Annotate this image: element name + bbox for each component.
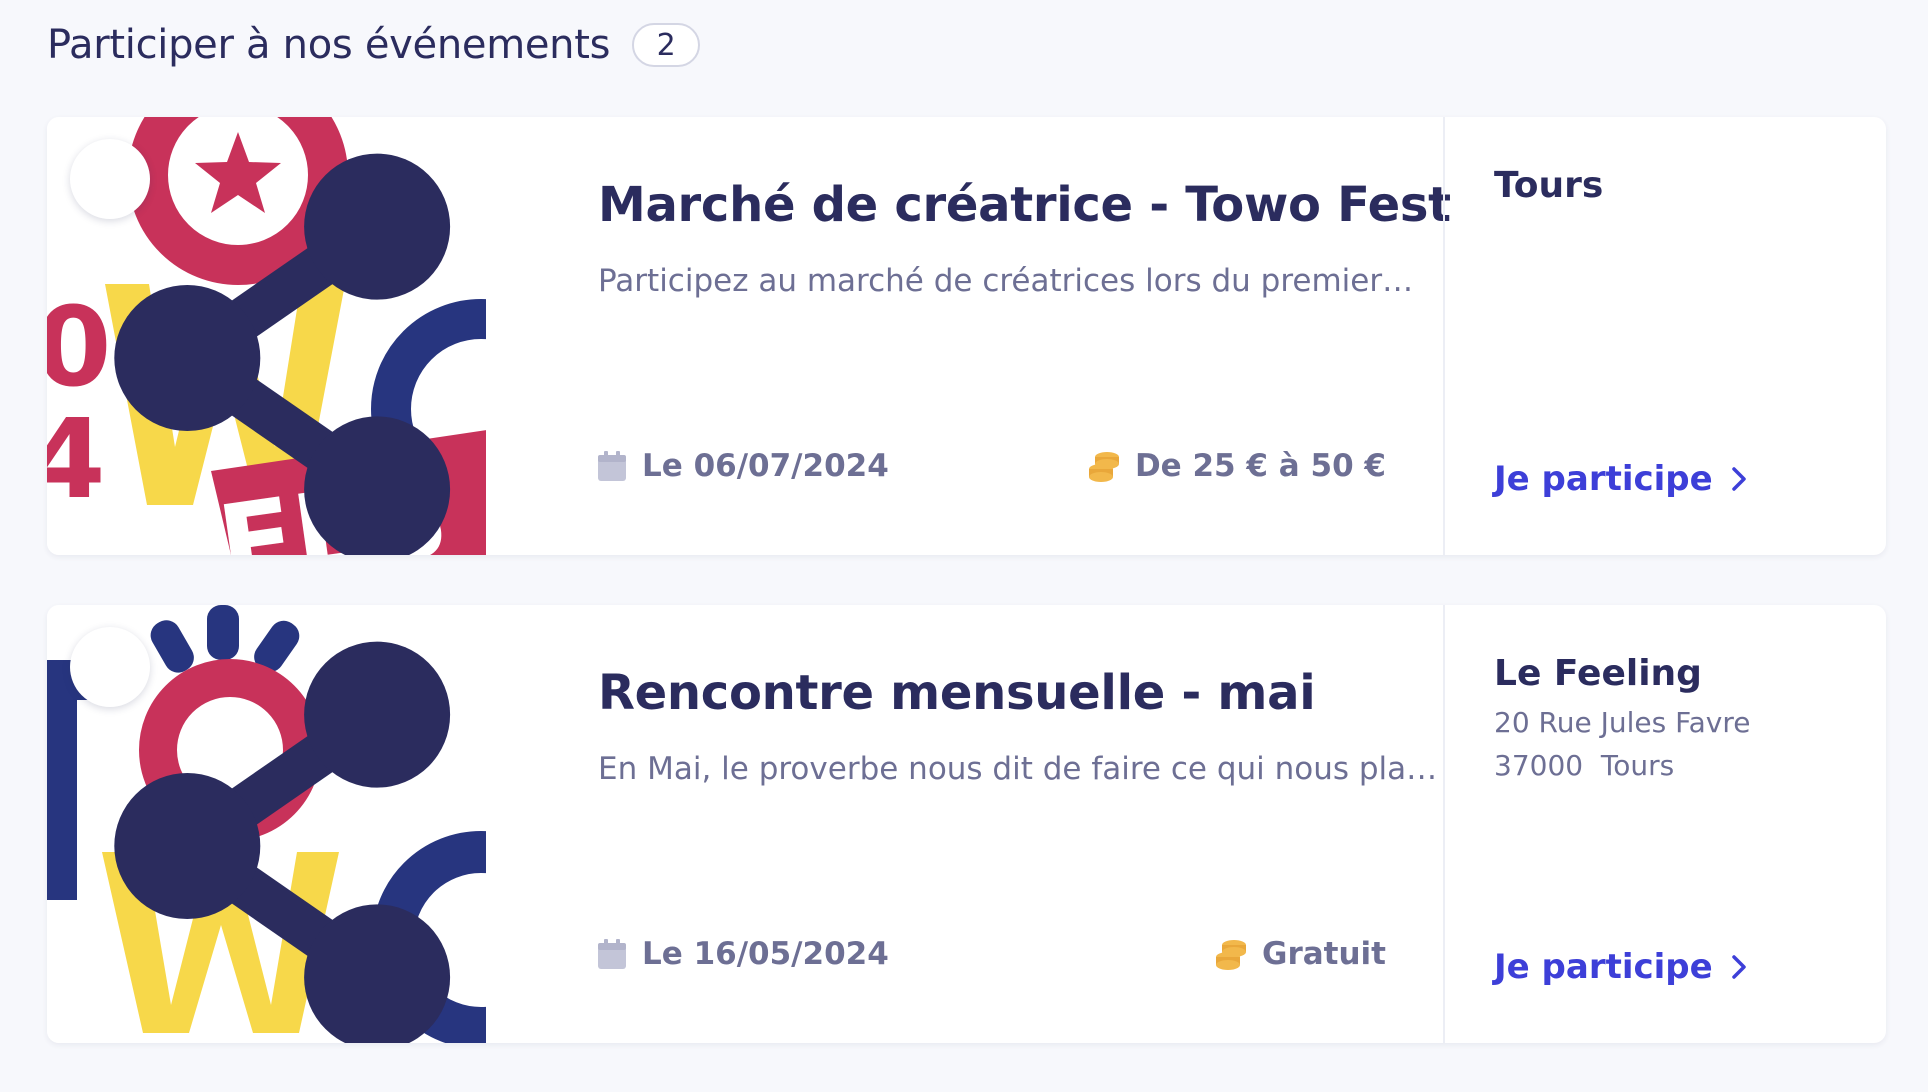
event-image[interactable]	[47, 605, 486, 1043]
event-date-text: Le 16/05/2024	[642, 936, 889, 972]
event-card[interactable]: 0 4 FES Marché de c	[47, 117, 1886, 555]
coins-icon	[1088, 452, 1119, 482]
event-date: Le 06/07/2024	[598, 448, 889, 484]
join-label: Je participe	[1494, 459, 1713, 499]
event-location-panel: Tours Je participe	[1443, 117, 1886, 555]
coins-icon	[1216, 940, 1246, 970]
event-price-text: Gratuit	[1262, 936, 1386, 972]
join-label: Je participe	[1494, 947, 1713, 987]
share-icon	[114, 153, 451, 555]
event-title[interactable]: Rencontre mensuelle - mai	[598, 665, 1443, 721]
calendar-icon	[598, 451, 626, 481]
event-location-panel: Le Feeling 20 Rue Jules Favre 37000 Tour…	[1443, 605, 1886, 1043]
location-address-line1: 20 Rue Jules Favre	[1494, 706, 1751, 739]
event-title[interactable]: Marché de créatrice - Towo Fest	[598, 177, 1451, 233]
event-date-text: Le 06/07/2024	[642, 448, 889, 484]
event-price: De 25 € à 50 €	[1087, 448, 1386, 484]
event-count-badge: 2	[632, 23, 701, 67]
event-image[interactable]: 0 4 FES	[47, 117, 486, 555]
event-description: En Mai, le proverbe nous dit de faire ce…	[598, 751, 1438, 787]
events-page: Participer à nos événements 2 0 4 FES	[0, 0, 1928, 1092]
event-price: Gratuit	[1214, 936, 1386, 972]
calendar-icon	[598, 939, 626, 969]
location-name: Le Feeling	[1494, 653, 1702, 694]
event-price-text: De 25 € à 50 €	[1134, 448, 1386, 484]
location-address-line2: 37000 Tours	[1494, 749, 1675, 782]
event-main: Rencontre mensuelle - mai En Mai, le pro…	[486, 605, 1443, 1043]
share-button[interactable]	[70, 627, 451, 1043]
event-card[interactable]: Rencontre mensuelle - mai En Mai, le pro…	[47, 605, 1886, 1043]
section-header: Participer à nos événements 2	[47, 22, 701, 68]
share-icon	[114, 641, 451, 1043]
join-event-link[interactable]: Je participe	[1494, 459, 1747, 499]
join-event-link[interactable]: Je participe	[1494, 947, 1747, 987]
event-description: Participez au marché de créatrices lors …	[598, 263, 1414, 299]
chevron-right-icon	[1731, 467, 1746, 491]
chevron-right-icon	[1731, 955, 1746, 979]
event-main: Marché de créatrice - Towo Fest Particip…	[486, 117, 1451, 555]
section-title: Participer à nos événements	[47, 22, 611, 68]
location-name: Tours	[1494, 165, 1604, 206]
share-button[interactable]	[70, 139, 451, 555]
event-date: Le 16/05/2024	[598, 936, 889, 972]
